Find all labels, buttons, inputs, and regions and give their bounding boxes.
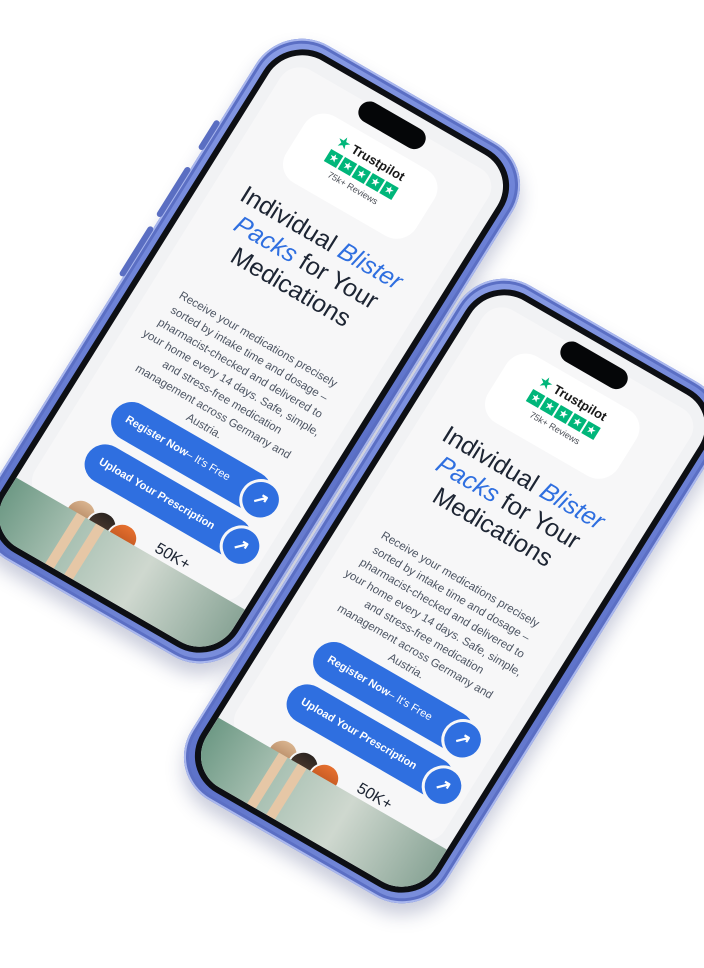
arrow-up-right-icon: ↗: [211, 517, 271, 575]
arrow-up-right-icon: ↗: [413, 757, 473, 815]
